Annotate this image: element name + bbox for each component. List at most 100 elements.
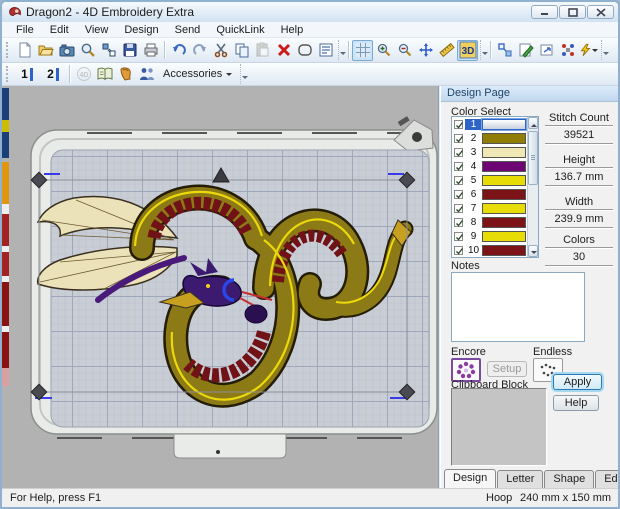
menu-item-help[interactable]: Help — [273, 23, 312, 37]
work-area[interactable] — [2, 86, 439, 488]
color-row[interactable]: 5 — [452, 173, 538, 187]
measure-icon[interactable] — [436, 40, 457, 61]
color-swatch[interactable] — [482, 230, 526, 242]
color-palette-strip[interactable] — [2, 88, 9, 386]
block-select-icon[interactable] — [494, 40, 515, 61]
color-row[interactable]: 9 — [452, 229, 538, 243]
color-resequence-icon[interactable] — [557, 40, 578, 61]
notes-field[interactable] — [451, 272, 585, 342]
tab-edit[interactable]: Edit — [595, 470, 618, 489]
tab-letter[interactable]: Letter — [497, 470, 544, 489]
tab-shape[interactable]: Shape — [544, 470, 595, 489]
color-row[interactable]: 6 — [452, 187, 538, 201]
scroll-up-button[interactable] — [528, 117, 538, 129]
select-box-icon[interactable] — [294, 40, 315, 61]
maximize-button[interactable] — [559, 5, 586, 19]
stitch-marker-2[interactable]: 2 — [40, 64, 66, 85]
color-swatch[interactable] — [482, 188, 526, 200]
menu-item-view[interactable]: View — [77, 23, 117, 37]
color-swatch[interactable] — [482, 132, 526, 144]
color-checkbox[interactable] — [454, 245, 464, 255]
color-list-scrollbar[interactable] — [527, 117, 538, 257]
accessories-button[interactable]: Accessories — [157, 65, 238, 83]
scroll-thumb[interactable] — [528, 131, 538, 185]
save-icon[interactable] — [119, 40, 140, 61]
view-magnifier-icon[interactable] — [77, 40, 98, 61]
grid-icon[interactable] — [352, 39, 373, 61]
copy-icon[interactable] — [231, 40, 252, 61]
transfer-icon[interactable] — [98, 40, 119, 61]
color-swatch[interactable] — [482, 118, 526, 130]
4d-logo-disabled[interactable]: 4D — [73, 64, 94, 85]
color-row[interactable]: 7 — [452, 201, 538, 215]
menu-item-file[interactable]: File — [8, 23, 42, 37]
glove-icon[interactable] — [115, 64, 136, 85]
toolbar-grip[interactable] — [6, 66, 11, 82]
stitch-marker-1[interactable]: 1 — [14, 64, 40, 85]
color-select-list[interactable]: 1 2 3 4 5 6 7 8 9 10 — [451, 116, 539, 258]
toolbar-overflow[interactable] — [240, 64, 249, 84]
open-icon[interactable] — [35, 40, 56, 61]
pan-icon[interactable] — [415, 40, 436, 61]
stat-block: Colors 30 — [545, 234, 613, 267]
apply-button[interactable]: Apply — [553, 374, 602, 390]
color-checkbox[interactable] — [454, 133, 464, 143]
color-swatch[interactable] — [482, 146, 526, 158]
modify-block-icon[interactable] — [536, 40, 557, 61]
menu-item-edit[interactable]: Edit — [42, 23, 77, 37]
color-row[interactable]: 3 — [452, 145, 538, 159]
3d-view-icon[interactable]: 3D — [457, 39, 478, 61]
toolbar-grip[interactable] — [6, 42, 11, 58]
color-row[interactable]: 2 — [452, 131, 538, 145]
menu-item-send[interactable]: Send — [167, 23, 209, 37]
toolbar-overflow[interactable] — [338, 40, 346, 60]
new-icon[interactable] — [14, 40, 35, 61]
status-bar: For Help, press F1 Hoop 240 mm x 150 mm — [2, 488, 618, 507]
people-icon[interactable] — [136, 64, 157, 85]
undo-icon[interactable] — [168, 40, 189, 61]
toolbar-overflow[interactable] — [601, 40, 609, 60]
color-row[interactable]: 4 — [452, 159, 538, 173]
insert-picture-icon[interactable] — [56, 40, 77, 61]
paste-icon[interactable] — [252, 40, 273, 61]
color-checkbox[interactable] — [454, 217, 464, 227]
color-checkbox[interactable] — [454, 119, 464, 129]
zoom-out-icon[interactable] — [394, 40, 415, 61]
color-checkbox[interactable] — [454, 189, 464, 199]
hoop-size-value: 240 mm x 150 mm — [520, 492, 612, 504]
print-icon[interactable] — [140, 40, 161, 61]
color-checkbox[interactable] — [454, 203, 464, 213]
menu-item-quicklink[interactable]: QuickLink — [208, 23, 272, 37]
color-checkbox[interactable] — [454, 175, 464, 185]
color-swatch[interactable] — [482, 174, 526, 186]
cut-icon[interactable] — [210, 40, 231, 61]
setup-button[interactable]: Setup — [487, 361, 527, 377]
redo-icon[interactable] — [189, 40, 210, 61]
color-swatch[interactable] — [482, 244, 526, 256]
color-swatch[interactable] — [482, 202, 526, 214]
minimize-button[interactable] — [531, 5, 558, 19]
color-checkbox[interactable] — [454, 161, 464, 171]
delete-icon[interactable] — [273, 40, 294, 61]
tab-design[interactable]: Design — [444, 469, 497, 488]
menu-item-design[interactable]: Design — [116, 23, 166, 37]
color-swatch[interactable] — [482, 160, 526, 172]
zoom-in-icon[interactable] — [373, 40, 394, 61]
scroll-down-button[interactable] — [528, 245, 538, 257]
color-row[interactable]: 10 — [452, 243, 538, 257]
close-button[interactable] — [587, 5, 614, 19]
help-button[interactable]: Help — [553, 395, 599, 411]
toolbar-separator — [348, 41, 349, 59]
color-swatch[interactable] — [482, 216, 526, 228]
color-checkbox[interactable] — [454, 147, 464, 157]
wizard-icon[interactable] — [578, 40, 599, 61]
title-bar[interactable]: Dragon2 - 4D Embroidery Extra — [2, 2, 618, 22]
design-canvas[interactable] — [2, 86, 439, 488]
color-row[interactable]: 1 — [452, 117, 538, 131]
edit-design-icon[interactable] — [515, 40, 536, 61]
toolbar-overflow[interactable] — [480, 40, 488, 60]
reference-book-icon[interactable] — [94, 64, 115, 85]
color-checkbox[interactable] — [454, 231, 464, 241]
design-notes-icon[interactable] — [315, 40, 336, 61]
color-row[interactable]: 8 — [452, 215, 538, 229]
